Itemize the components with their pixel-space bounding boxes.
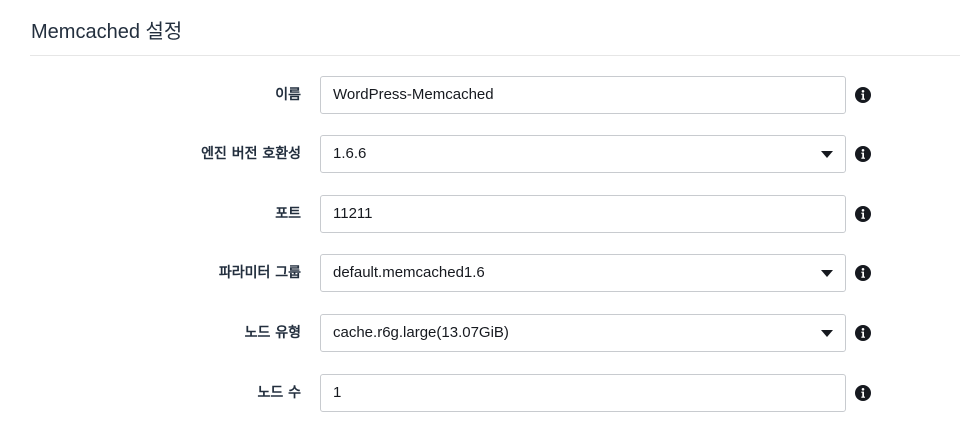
form-row-name: 이름 WordPress-Memcached (0, 76, 960, 114)
name-input[interactable]: WordPress-Memcached (320, 76, 846, 114)
info-circle-icon[interactable] (855, 206, 871, 222)
form-row-node-type: 노드 유형 cache.r6g.large(13.07GiB) (0, 314, 960, 352)
caret-down-icon (821, 270, 833, 277)
section-title: Memcached 설정 (31, 21, 183, 43)
info-circle-icon[interactable] (855, 325, 871, 341)
caret-down-icon (821, 151, 833, 158)
info-circle-icon[interactable] (855, 385, 871, 401)
engine-version-value: 1.6.6 (333, 145, 367, 162)
node-count-value: 1 (333, 384, 342, 401)
caret-down-icon (821, 330, 833, 337)
port-input[interactable]: 11211 (320, 195, 846, 233)
name-input-value: WordPress-Memcached (333, 86, 494, 103)
engine-version-label: 엔진 버전 호환성 (201, 146, 301, 162)
form-row-port: 포트 11211 (0, 195, 960, 233)
node-type-value: cache.r6g.large(13.07GiB) (333, 324, 509, 341)
info-circle-icon[interactable] (855, 265, 871, 281)
form-row-parameter-group: 파라미터 그룹 default.memcached1.6 (0, 254, 960, 292)
parameter-group-value: default.memcached1.6 (333, 264, 485, 281)
form-row-node-count: 노드 수 1 (0, 374, 960, 412)
name-label: 이름 (275, 87, 301, 103)
node-type-label: 노드 유형 (244, 325, 301, 341)
section-divider (30, 55, 960, 56)
node-count-input[interactable]: 1 (320, 374, 846, 412)
info-circle-icon[interactable] (855, 146, 871, 162)
parameter-group-label: 파라미터 그룹 (218, 265, 301, 281)
info-circle-icon[interactable] (855, 87, 871, 103)
form-row-engine-version: 엔진 버전 호환성 1.6.6 (0, 135, 960, 173)
parameter-group-select[interactable]: default.memcached1.6 (320, 254, 846, 292)
port-label: 포트 (275, 206, 301, 222)
engine-version-select[interactable]: 1.6.6 (320, 135, 846, 173)
node-count-label: 노드 수 (257, 385, 301, 401)
port-input-value: 11211 (333, 205, 373, 222)
node-type-select[interactable]: cache.r6g.large(13.07GiB) (320, 314, 846, 352)
